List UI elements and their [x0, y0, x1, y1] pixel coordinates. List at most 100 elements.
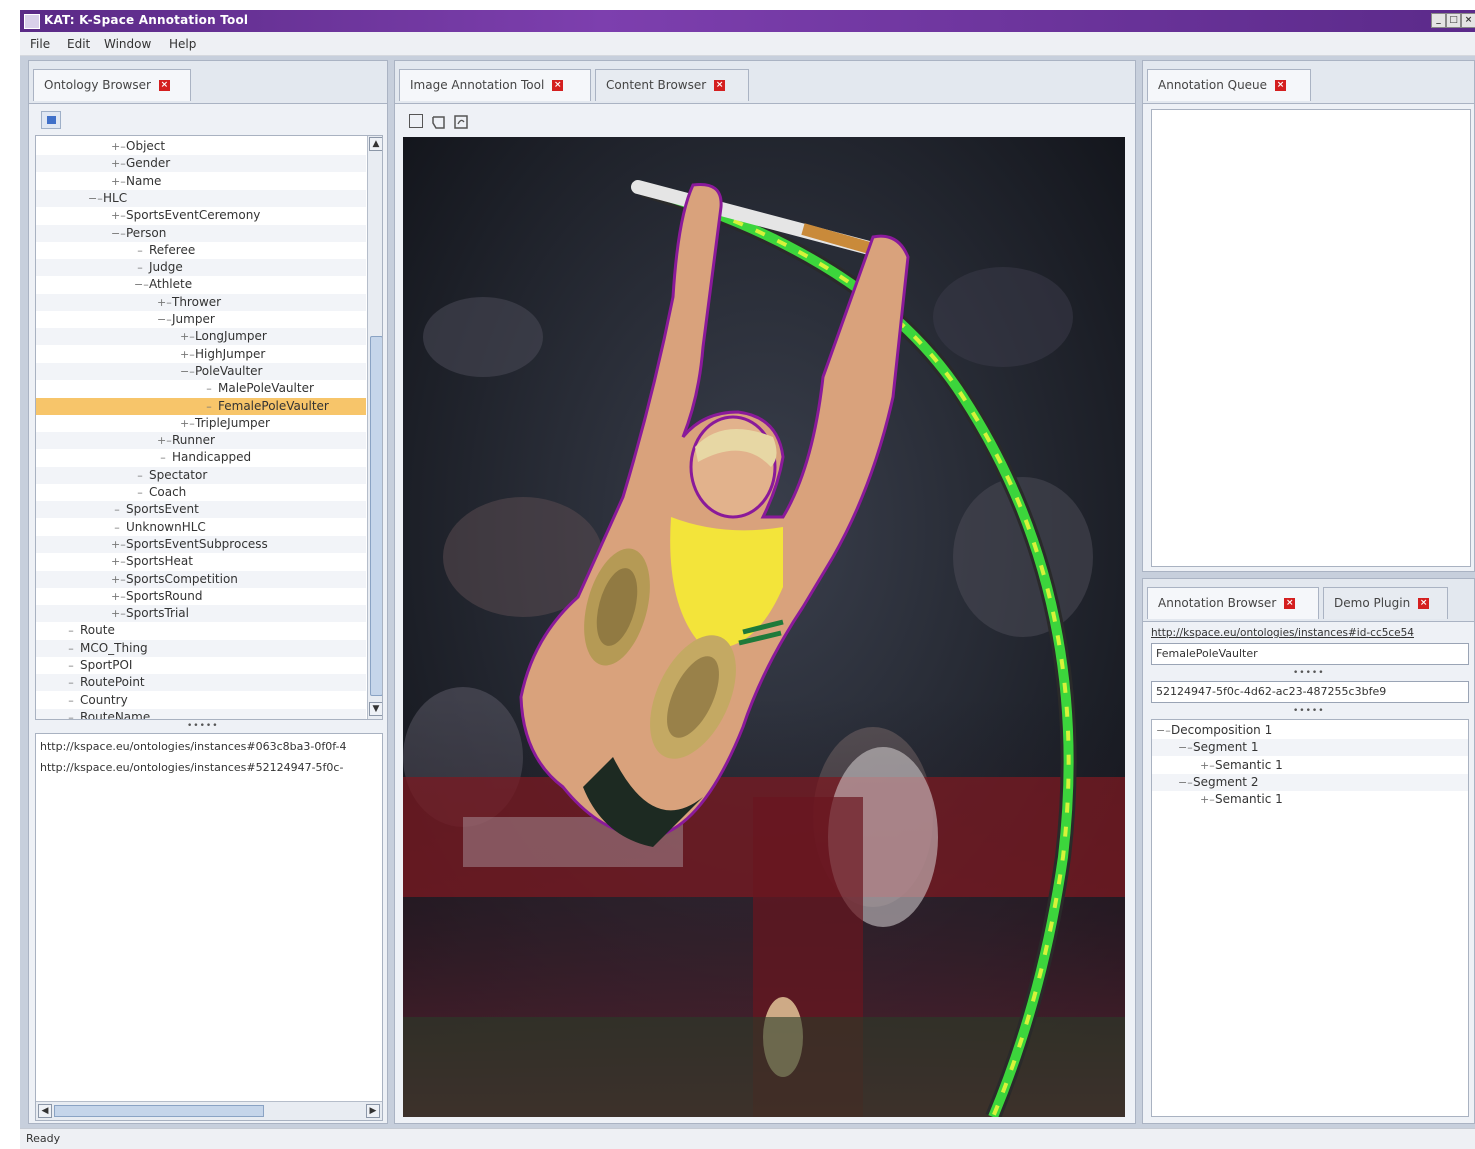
tree-item[interactable]: +–Runner: [36, 432, 366, 450]
collapse-icon[interactable]: −–: [1156, 722, 1171, 739]
expand-icon[interactable]: +–: [111, 138, 126, 155]
menu-file[interactable]: File: [30, 37, 50, 51]
tree-item[interactable]: – MalePoleVaulter: [36, 380, 366, 397]
tree-item[interactable]: −–PoleVaulter: [36, 362, 366, 380]
tree-item[interactable]: +–SportsEventSubprocess: [36, 535, 366, 553]
annotation-queue-list[interactable]: [1151, 109, 1471, 567]
ontology-toolbar-icon[interactable]: [41, 111, 61, 129]
collapse-icon[interactable]: −–: [180, 363, 195, 380]
tree-item[interactable]: +–Semantic 1: [1152, 757, 1468, 774]
tree-item[interactable]: −–Jumper: [36, 311, 366, 328]
menu-edit[interactable]: Edit: [67, 37, 90, 51]
tree-item[interactable]: – SportPOI: [36, 657, 366, 674]
tree-item[interactable]: −–Segment 2: [1152, 773, 1468, 791]
polygon-select-icon[interactable]: [431, 114, 447, 130]
expand-icon[interactable]: +–: [157, 294, 172, 311]
tree-item[interactable]: +–SportsRound: [36, 588, 366, 605]
expand-icon[interactable]: +–: [111, 173, 126, 190]
close-tab-icon[interactable]: ×: [1418, 598, 1430, 609]
tree-item[interactable]: +–HighJumper: [36, 346, 366, 363]
tree-item[interactable]: +–Object: [36, 138, 366, 155]
tree-item[interactable]: – Route: [36, 622, 366, 639]
annotation-id-field[interactable]: 52124947-5f0c-4d62-ac23-487255c3bfe9: [1151, 681, 1469, 703]
expand-icon[interactable]: +–: [111, 536, 126, 553]
tree-item[interactable]: −–Segment 1: [1152, 739, 1468, 757]
tree-item[interactable]: – RoutePoint: [36, 674, 366, 692]
instance-item[interactable]: http://kspace.eu/ontologies/instances#52…: [40, 761, 380, 774]
expand-icon[interactable]: +–: [111, 207, 126, 224]
tree-item[interactable]: +–Name: [36, 173, 366, 190]
scroll-up-icon[interactable]: ▲: [369, 137, 382, 151]
scroll-right-icon[interactable]: ▶: [366, 1104, 380, 1118]
tree-item[interactable]: +–SportsHeat: [36, 553, 366, 570]
tab-annotation-browser[interactable]: Annotation Browser ×: [1147, 587, 1319, 619]
tree-item[interactable]: – Handicapped: [36, 449, 366, 466]
collapse-icon[interactable]: −–: [111, 225, 126, 242]
annotated-image[interactable]: [403, 137, 1125, 1117]
tree-item[interactable]: +–TripleJumper: [36, 415, 366, 432]
expand-icon[interactable]: +–: [111, 588, 126, 605]
menu-help[interactable]: Help: [169, 37, 196, 51]
expand-icon[interactable]: +–: [1200, 757, 1215, 774]
tab-annotation-queue[interactable]: Annotation Queue ×: [1147, 69, 1311, 101]
tree-item[interactable]: +–LongJumper: [36, 328, 366, 346]
splitter-handle[interactable]: •••••: [1293, 668, 1325, 678]
close-window-icon[interactable]: ×: [1461, 13, 1475, 28]
annotation-uri[interactable]: http://kspace.eu/ontologies/instances#id…: [1151, 627, 1469, 639]
tree-item[interactable]: – Spectator: [36, 466, 366, 484]
tree-item[interactable]: −–Decomposition 1: [1152, 722, 1468, 739]
tab-demo-plugin[interactable]: Demo Plugin ×: [1323, 587, 1448, 619]
tree-item[interactable]: +–SportsCompetition: [36, 570, 366, 588]
expand-icon[interactable]: +–: [1200, 791, 1215, 808]
close-tab-icon[interactable]: ×: [552, 80, 564, 91]
menu-window[interactable]: Window: [104, 37, 151, 51]
tree-item[interactable]: −–HLC: [36, 189, 366, 207]
tree-item[interactable]: +–SportsTrial: [36, 605, 366, 623]
scroll-left-icon[interactable]: ◀: [38, 1104, 52, 1118]
close-tab-icon[interactable]: ×: [158, 80, 170, 91]
tree-item[interactable]: +–Thrower: [36, 293, 366, 311]
ontology-tree-vscrollbar[interactable]: ▲ ▼: [367, 136, 382, 719]
expand-icon[interactable]: +–: [180, 328, 195, 345]
splitter-handle-2[interactable]: •••••: [1293, 706, 1325, 716]
instance-list-hscrollbar[interactable]: ◀ ▶: [36, 1101, 382, 1120]
tree-item[interactable]: – SportsEvent: [36, 501, 366, 519]
tree-item[interactable]: +–SportsEventCeremony: [36, 207, 366, 224]
tree-item[interactable]: – Country: [36, 692, 366, 709]
expand-icon[interactable]: +–: [111, 605, 126, 622]
expand-icon[interactable]: +–: [111, 571, 126, 588]
expand-icon[interactable]: +–: [157, 432, 172, 449]
freehand-select-icon[interactable]: [453, 114, 469, 130]
scroll-down-icon[interactable]: ▼: [369, 702, 382, 716]
tree-item[interactable]: −–Person: [36, 224, 366, 242]
tree-item[interactable]: −–Athlete: [36, 276, 366, 293]
maximize-icon[interactable]: □: [1446, 13, 1461, 28]
tree-item[interactable]: – UnknownHLC: [36, 519, 366, 536]
tree-item[interactable]: – MCO_Thing: [36, 639, 366, 657]
collapse-icon[interactable]: −–: [1178, 739, 1193, 756]
collapse-icon[interactable]: −–: [1178, 774, 1193, 791]
expand-icon[interactable]: +–: [111, 553, 126, 570]
expand-icon[interactable]: +–: [180, 346, 195, 363]
expand-icon[interactable]: +–: [180, 415, 195, 432]
collapse-icon[interactable]: −–: [88, 190, 103, 207]
close-tab-icon[interactable]: ×: [1275, 80, 1287, 91]
tab-image-annotation-tool[interactable]: Image Annotation Tool ×: [399, 69, 591, 101]
tree-item-selected[interactable]: – FemalePoleVaulter: [36, 397, 366, 415]
hscroll-thumb[interactable]: [54, 1105, 264, 1117]
tree-item[interactable]: – Referee: [36, 242, 366, 259]
expand-icon[interactable]: +–: [111, 155, 126, 172]
minimize-icon[interactable]: _: [1431, 13, 1446, 28]
splitter-handle[interactable]: •••••: [187, 721, 219, 731]
tree-item[interactable]: – Coach: [36, 484, 366, 501]
rectangle-select-icon[interactable]: [409, 114, 423, 128]
tree-item[interactable]: – Judge: [36, 259, 366, 277]
tree-item[interactable]: +–Gender: [36, 155, 366, 173]
concept-field[interactable]: FemalePoleVaulter: [1151, 643, 1469, 665]
tree-item[interactable]: +–Semantic 1: [1152, 791, 1468, 808]
tab-content-browser[interactable]: Content Browser ×: [595, 69, 749, 101]
close-tab-icon[interactable]: ×: [714, 80, 726, 91]
close-tab-icon[interactable]: ×: [1284, 598, 1296, 609]
collapse-icon[interactable]: −–: [134, 276, 149, 293]
scroll-thumb[interactable]: [370, 336, 382, 696]
